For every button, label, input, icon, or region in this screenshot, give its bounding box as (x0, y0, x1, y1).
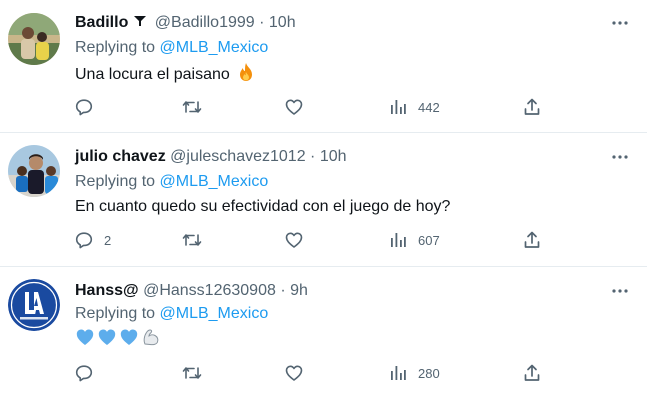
reply-button[interactable] (74, 96, 104, 118)
replying-to: Replying to @MLB_Mexico (75, 304, 268, 324)
reply-icon (74, 97, 94, 117)
author-name[interactable]: julio chavez (75, 148, 166, 165)
analytics-icon (388, 97, 408, 117)
author-name[interactable]: Badillo (75, 14, 128, 31)
tweet-text: Una locura el paisano (75, 62, 255, 89)
analytics-icon (388, 363, 408, 383)
retweet-button[interactable] (181, 362, 213, 384)
share-icon (522, 230, 542, 250)
reply-icon (74, 363, 94, 383)
author-handle[interactable]: @juleschavez1012 (170, 148, 305, 165)
separator-dot: · (259, 14, 265, 31)
blue-heart-icon (97, 327, 117, 354)
blue-heart-icon (119, 327, 139, 354)
blue-heart-icon (75, 327, 95, 354)
more-options-icon[interactable] (608, 281, 632, 301)
reply-icon (74, 230, 94, 250)
tweet-actions: 442 (0, 96, 647, 118)
replying-label: Replying to (75, 173, 156, 190)
retweet-icon (181, 230, 203, 250)
avatar[interactable] (8, 13, 60, 65)
heart-icon (284, 97, 304, 117)
share-button[interactable] (522, 229, 542, 251)
more-options-icon[interactable] (608, 147, 632, 167)
author-handle[interactable]: @Hanss12630908 (143, 282, 276, 299)
flexed-biceps-icon (141, 327, 161, 354)
view-count: 442 (418, 99, 440, 115)
timestamp[interactable]: 10h (269, 14, 296, 31)
retweet-button[interactable] (181, 96, 213, 118)
verified-badge-icon (132, 13, 148, 35)
view-count: 280 (418, 365, 440, 381)
tweet-actions: 280 (0, 362, 647, 384)
share-icon (522, 363, 542, 383)
avatar[interactable] (8, 279, 60, 331)
mention-link[interactable]: @MLB_Mexico (160, 173, 269, 190)
replying-to: Replying to @MLB_Mexico (75, 38, 268, 58)
like-button[interactable] (284, 362, 314, 384)
more-options-icon[interactable] (608, 13, 632, 33)
replying-label: Replying to (75, 39, 156, 56)
retweet-icon (181, 97, 203, 117)
reply-button[interactable] (74, 362, 104, 384)
views-button[interactable]: 607 (388, 229, 440, 251)
retweet-icon (181, 363, 203, 383)
share-button[interactable] (522, 362, 542, 384)
mention-link[interactable]: @MLB_Mexico (160, 305, 269, 322)
like-button[interactable] (284, 96, 314, 118)
replying-label: Replying to (75, 305, 156, 322)
tweet-text (75, 327, 161, 354)
view-count: 607 (418, 232, 440, 248)
like-button[interactable] (284, 229, 314, 251)
share-icon (522, 97, 542, 117)
tweet-actions: 2 607 (0, 229, 647, 251)
fire-emoji-icon (237, 62, 255, 89)
analytics-icon (388, 230, 408, 250)
tweet-text-content: Una locura el paisano (75, 66, 230, 83)
mention-link[interactable]: @MLB_Mexico (160, 39, 269, 56)
author-name[interactable]: Hanss@ (75, 282, 139, 299)
separator-dot: · (310, 148, 316, 165)
avatar[interactable] (8, 145, 60, 197)
tweet-text: En cuanto quedo su efectividad con el ju… (75, 198, 451, 215)
share-button[interactable] (522, 96, 542, 118)
replying-to: Replying to @MLB_Mexico (75, 172, 268, 192)
views-button[interactable]: 442 (388, 96, 440, 118)
reply-count: 2 (104, 232, 112, 248)
separator-dot: · (280, 282, 286, 299)
timestamp[interactable]: 10h (320, 148, 347, 165)
author-handle[interactable]: @Badillo1999 (155, 14, 255, 31)
retweet-button[interactable] (181, 229, 213, 251)
heart-icon (284, 230, 304, 250)
reply-button[interactable]: 2 (74, 229, 111, 251)
views-button[interactable]: 280 (388, 362, 440, 384)
heart-icon (284, 363, 304, 383)
timestamp[interactable]: 9h (290, 282, 308, 299)
